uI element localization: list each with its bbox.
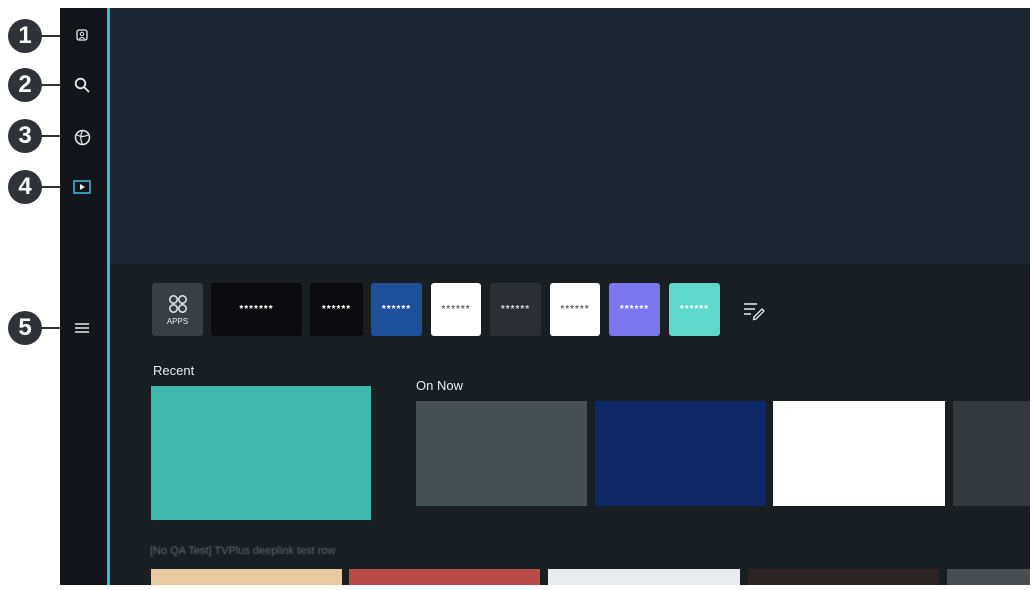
app-tile[interactable]: ****** bbox=[490, 283, 541, 336]
app-tile-label: ****** bbox=[381, 304, 412, 315]
account-icon[interactable] bbox=[71, 24, 93, 46]
row-card[interactable] bbox=[151, 569, 342, 585]
callout-number: 1 bbox=[18, 22, 32, 49]
app-tile[interactable]: ****** bbox=[609, 283, 660, 336]
media-icon[interactable] bbox=[71, 176, 93, 198]
app-tile[interactable]: ****** bbox=[371, 283, 422, 336]
app-tile-label: ****** bbox=[560, 304, 590, 315]
menu-icon[interactable] bbox=[71, 317, 93, 339]
apps-label: APPS bbox=[166, 316, 189, 326]
on-now-title: On Now bbox=[416, 378, 463, 393]
callout-number: 2 bbox=[18, 71, 32, 98]
app-tile[interactable]: ****** bbox=[310, 283, 363, 336]
app-tile[interactable]: ******* bbox=[211, 283, 302, 336]
app-tile-label: ****** bbox=[500, 304, 531, 315]
recent-title: Recent bbox=[153, 363, 195, 378]
app-tile-label: ****** bbox=[619, 304, 650, 315]
app-tile[interactable]: ****** bbox=[431, 283, 481, 336]
callout-number: 3 bbox=[18, 122, 32, 149]
app-tile-label: ****** bbox=[321, 304, 352, 315]
row-title: [No QA Test] TVPlus deeplink test row bbox=[150, 545, 336, 557]
callout-1: 1 bbox=[8, 19, 42, 53]
app-tile-label: ****** bbox=[441, 304, 471, 315]
app-tile[interactable]: ****** bbox=[550, 283, 600, 336]
row-card[interactable] bbox=[349, 569, 540, 585]
on-now-card[interactable] bbox=[595, 401, 766, 506]
on-now-card[interactable] bbox=[773, 401, 945, 506]
callout-2: 2 bbox=[8, 68, 42, 102]
hero-banner[interactable] bbox=[110, 8, 1030, 264]
on-now-card[interactable] bbox=[416, 401, 587, 506]
sidebar bbox=[60, 8, 107, 585]
callout-number: 4 bbox=[18, 173, 32, 200]
edit-list-icon[interactable] bbox=[742, 299, 766, 321]
app-tile-label: ****** bbox=[679, 304, 710, 315]
callout-3: 3 bbox=[8, 119, 42, 153]
recent-card[interactable] bbox=[151, 386, 371, 520]
search-icon[interactable] bbox=[71, 74, 93, 96]
apps-button[interactable]: APPS bbox=[152, 283, 203, 336]
row-card[interactable] bbox=[947, 569, 1030, 585]
row-card[interactable] bbox=[748, 569, 939, 585]
app-tile[interactable]: ****** bbox=[669, 283, 720, 336]
apps-icon bbox=[168, 294, 187, 313]
callout-number: 5 bbox=[18, 314, 32, 341]
callout-4: 4 bbox=[8, 170, 42, 204]
app-tile-label: ******* bbox=[239, 304, 274, 315]
ambient-icon[interactable] bbox=[71, 126, 93, 148]
row-card[interactable] bbox=[548, 569, 740, 585]
callout-5: 5 bbox=[8, 311, 42, 345]
on-now-card[interactable] bbox=[953, 401, 1030, 506]
